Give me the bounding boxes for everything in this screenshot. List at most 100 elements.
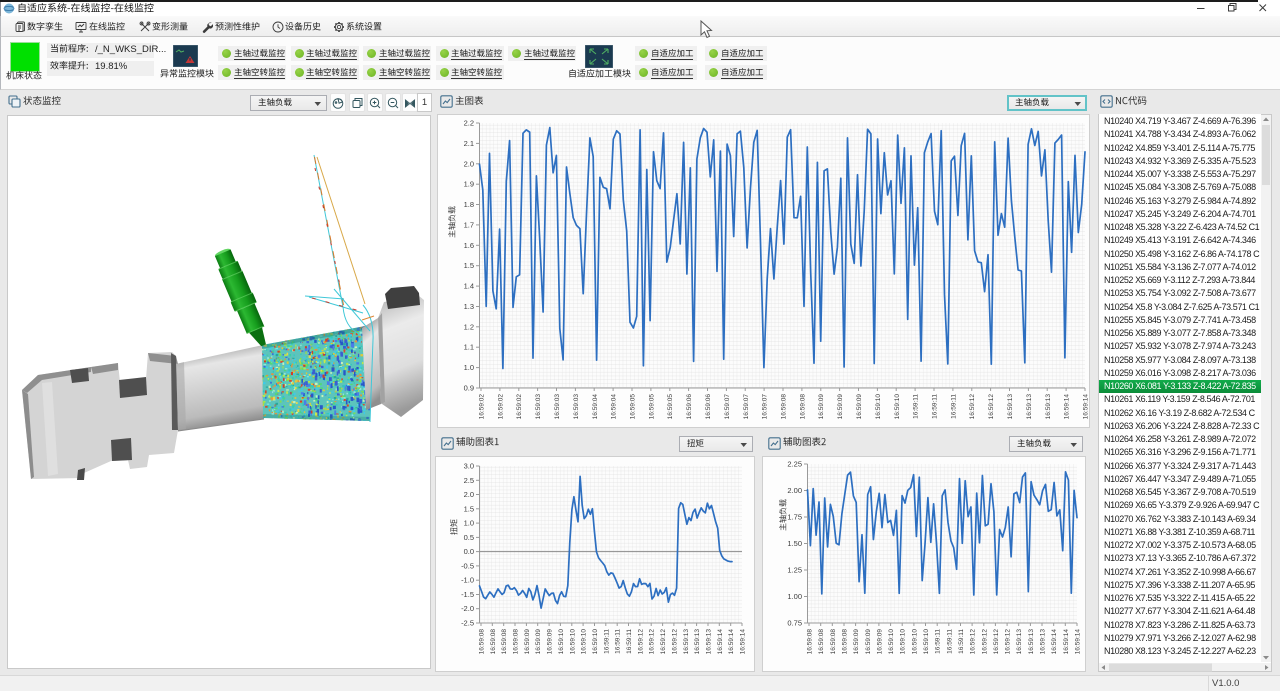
- svg-text:16:59:03: 16:59:03: [535, 394, 542, 420]
- svg-text:0.9: 0.9: [464, 384, 474, 393]
- svg-text:16:59:10: 16:59:10: [558, 629, 565, 655]
- svg-text:16:59:07: 16:59:07: [743, 394, 750, 420]
- svg-text:16:59:10: 16:59:10: [911, 629, 918, 655]
- svg-text:16:59:10: 16:59:10: [875, 394, 882, 420]
- svg-text:16:59:14: 16:59:14: [728, 629, 735, 655]
- svg-text:16:59:07: 16:59:07: [762, 394, 769, 420]
- svg-text:16:59:14: 16:59:14: [1064, 394, 1071, 420]
- svg-text:16:59:14: 16:59:14: [740, 629, 747, 655]
- svg-text:1.75: 1.75: [787, 513, 802, 522]
- svg-text:16:59:09: 16:59:09: [547, 629, 554, 655]
- svg-text:16:59:14: 16:59:14: [1051, 629, 1058, 655]
- svg-text:1.2: 1.2: [464, 322, 474, 331]
- svg-text:16:59:08: 16:59:08: [799, 394, 806, 420]
- svg-text:-2.5: -2.5: [461, 619, 474, 628]
- svg-text:16:59:09: 16:59:09: [865, 629, 872, 655]
- svg-text:16:59:08: 16:59:08: [479, 629, 486, 655]
- svg-text:16:59:09: 16:59:09: [856, 394, 863, 420]
- svg-text:0.5: 0.5: [464, 533, 474, 542]
- svg-text:16:59:02: 16:59:02: [479, 394, 486, 420]
- svg-text:16:59:09: 16:59:09: [524, 629, 531, 655]
- svg-text:16:59:11: 16:59:11: [932, 394, 939, 419]
- svg-text:16:59:11: 16:59:11: [626, 629, 633, 654]
- svg-text:16:59:10: 16:59:10: [888, 629, 895, 655]
- svg-text:16:59:02: 16:59:02: [497, 394, 504, 420]
- svg-text:16:59:06: 16:59:06: [705, 394, 712, 420]
- svg-text:16:59:08: 16:59:08: [807, 629, 814, 655]
- svg-text:16:59:08: 16:59:08: [781, 394, 788, 420]
- svg-text:16:59:11: 16:59:11: [603, 629, 610, 654]
- svg-text:16:59:08: 16:59:08: [490, 629, 497, 655]
- svg-text:16:59:02: 16:59:02: [516, 394, 523, 420]
- svg-text:0.0: 0.0: [464, 547, 474, 556]
- svg-text:1.1: 1.1: [464, 343, 474, 352]
- svg-text:16:59:10: 16:59:10: [569, 629, 576, 655]
- svg-text:3.0: 3.0: [464, 462, 474, 471]
- svg-text:1.3: 1.3: [464, 302, 474, 311]
- svg-text:1.0: 1.0: [464, 519, 474, 528]
- svg-text:1.50: 1.50: [787, 539, 802, 548]
- svg-text:16:59:03: 16:59:03: [573, 394, 580, 420]
- svg-text:16:59:12: 16:59:12: [988, 394, 995, 420]
- svg-text:16:59:09: 16:59:09: [818, 394, 825, 420]
- svg-text:1.5: 1.5: [464, 504, 474, 513]
- svg-text:16:59:05: 16:59:05: [667, 394, 674, 420]
- svg-text:16:59:10: 16:59:10: [592, 629, 599, 655]
- svg-text:1.6: 1.6: [464, 241, 474, 250]
- svg-text:-1.5: -1.5: [461, 590, 474, 599]
- svg-text:16:59:12: 16:59:12: [1005, 629, 1012, 655]
- svg-text:16:59:08: 16:59:08: [818, 629, 825, 655]
- svg-text:16:59:13: 16:59:13: [1007, 394, 1014, 420]
- svg-text:16:59:11: 16:59:11: [935, 629, 942, 654]
- svg-text:16:59:14: 16:59:14: [1075, 629, 1082, 655]
- svg-text:16:59:08: 16:59:08: [501, 629, 508, 655]
- svg-text:16:59:12: 16:59:12: [993, 629, 1000, 655]
- svg-text:16:59:13: 16:59:13: [1028, 629, 1035, 655]
- svg-text:16:59:14: 16:59:14: [1083, 394, 1090, 420]
- svg-text:16:59:05: 16:59:05: [630, 394, 637, 420]
- svg-text:2.1: 2.1: [464, 139, 474, 148]
- svg-text:0.75: 0.75: [787, 619, 802, 628]
- svg-text:16:59:10: 16:59:10: [900, 629, 907, 655]
- svg-text:2.00: 2.00: [787, 486, 802, 495]
- svg-text:16:59:05: 16:59:05: [648, 394, 655, 420]
- svg-text:16:59:12: 16:59:12: [969, 394, 976, 420]
- svg-text:16:59:10: 16:59:10: [581, 629, 588, 655]
- svg-text:16:59:09: 16:59:09: [837, 394, 844, 420]
- svg-text:16:59:13: 16:59:13: [1016, 629, 1023, 655]
- svg-text:16:59:12: 16:59:12: [671, 629, 678, 655]
- svg-text:16:59:12: 16:59:12: [637, 629, 644, 655]
- svg-text:16:59:06: 16:59:06: [686, 394, 693, 420]
- svg-text:16:59:12: 16:59:12: [981, 629, 988, 655]
- svg-text:16:59:04: 16:59:04: [592, 394, 599, 420]
- svg-text:16:59:12: 16:59:12: [649, 629, 656, 655]
- svg-text:16:59:11: 16:59:11: [946, 629, 953, 654]
- svg-text:1.4: 1.4: [464, 282, 474, 291]
- svg-text:2.0: 2.0: [464, 159, 474, 168]
- svg-text:16:59:08: 16:59:08: [842, 629, 849, 655]
- svg-text:16:59:11: 16:59:11: [950, 394, 957, 419]
- svg-text:16:59:13: 16:59:13: [1040, 629, 1047, 655]
- svg-text:16:59:14: 16:59:14: [1063, 629, 1070, 655]
- svg-text:1.25: 1.25: [787, 566, 802, 575]
- svg-text:16:59:04: 16:59:04: [611, 394, 618, 420]
- svg-text:16:59:11: 16:59:11: [913, 394, 920, 419]
- svg-text:16:59:09: 16:59:09: [876, 629, 883, 655]
- svg-text:16:59:14: 16:59:14: [717, 629, 724, 655]
- svg-text:1.7: 1.7: [464, 220, 474, 229]
- svg-text:-1.0: -1.0: [461, 576, 474, 585]
- svg-text:-2.0: -2.0: [461, 604, 474, 613]
- svg-text:2.2: 2.2: [464, 119, 474, 128]
- svg-text:16:59:13: 16:59:13: [694, 629, 701, 655]
- svg-text:16:59:13: 16:59:13: [1045, 394, 1052, 420]
- svg-text:1.00: 1.00: [787, 592, 802, 601]
- svg-text:2.0: 2.0: [464, 490, 474, 499]
- svg-text:16:59:13: 16:59:13: [1026, 394, 1033, 420]
- svg-text:1.0: 1.0: [464, 363, 474, 372]
- svg-text:1.9: 1.9: [464, 180, 474, 189]
- svg-text:16:59:09: 16:59:09: [535, 629, 542, 655]
- svg-text:16:59:11: 16:59:11: [958, 629, 965, 654]
- svg-text:16:59:12: 16:59:12: [970, 629, 977, 655]
- svg-text:16:59:12: 16:59:12: [660, 629, 667, 655]
- svg-text:16:59:13: 16:59:13: [706, 629, 713, 655]
